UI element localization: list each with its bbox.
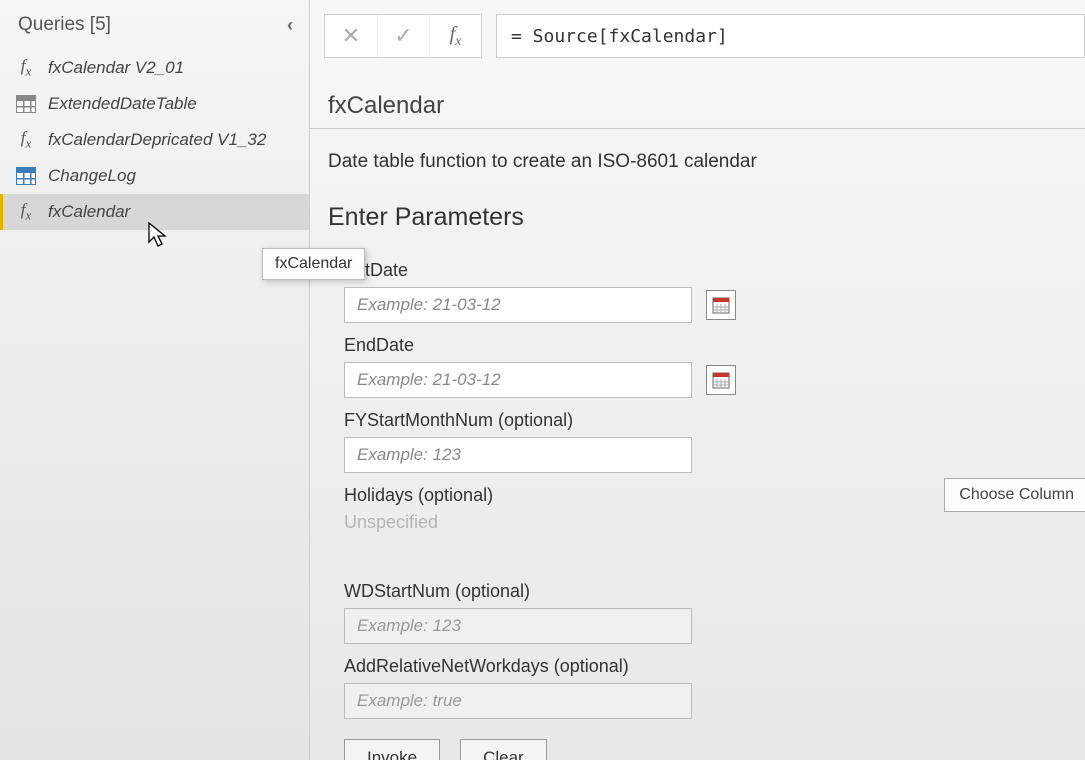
fx-icon: fx bbox=[14, 56, 38, 79]
table-icon bbox=[14, 95, 38, 113]
param-label-enddate: EndDate bbox=[344, 335, 1085, 356]
query-item-fxcalendardepricated[interactable]: fx fxCalendarDepricated V1_32 bbox=[0, 122, 309, 158]
query-item-label: ExtendedDateTable bbox=[48, 94, 197, 114]
formula-input[interactable]: = Source[fxCalendar] bbox=[496, 14, 1085, 58]
param-label-startdate: tartDate bbox=[344, 260, 1085, 281]
query-item-tooltip: fxCalendar bbox=[262, 248, 365, 280]
param-label-fystartmonthnum: FYStartMonthNum (optional) bbox=[344, 410, 1085, 431]
formula-text: = Source[fxCalendar] bbox=[511, 26, 728, 47]
fx-icon: fx bbox=[14, 128, 38, 151]
button-label: Invoke bbox=[367, 748, 417, 760]
query-item-label: fxCalendarDepricated V1_32 bbox=[48, 130, 266, 150]
input-placeholder: Example: 21-03-12 bbox=[357, 295, 501, 315]
date-picker-button-startdate[interactable] bbox=[706, 290, 736, 320]
function-name: fxCalendar bbox=[328, 92, 1085, 120]
query-item-label: fxCalendar V2_01 bbox=[48, 58, 184, 78]
param-input-addrelativenetworkdays[interactable]: Example: true bbox=[344, 683, 692, 719]
divider bbox=[310, 128, 1085, 129]
invoke-button[interactable]: Invoke bbox=[344, 739, 440, 760]
input-placeholder: Example: 21-03-12 bbox=[357, 370, 501, 390]
collapse-sidebar-button[interactable]: ‹ bbox=[287, 15, 293, 36]
param-input-startdate[interactable]: Example: 21-03-12 bbox=[344, 287, 692, 323]
query-item-label: ChangeLog bbox=[48, 166, 136, 186]
table-icon bbox=[14, 167, 38, 185]
function-description: Date table function to create an ISO-860… bbox=[328, 151, 1085, 173]
button-label: Clear bbox=[483, 748, 524, 760]
fx-icon: fx bbox=[14, 200, 38, 223]
param-holidays-unspecified: Unspecified bbox=[344, 512, 1085, 533]
calendar-icon bbox=[711, 370, 731, 390]
check-icon: ✓ bbox=[394, 23, 412, 49]
param-label-addrelativenetworkdays: AddRelativeNetWorkdays (optional) bbox=[344, 656, 1085, 677]
input-placeholder: Example: 123 bbox=[357, 616, 461, 636]
queries-sidebar: Queries [5] ‹ fx fxCalendar V2_01 Extend… bbox=[0, 0, 310, 760]
clear-button[interactable]: Clear bbox=[460, 739, 547, 760]
param-input-enddate[interactable]: Example: 21-03-12 bbox=[344, 362, 692, 398]
close-icon: ✕ bbox=[342, 23, 360, 49]
formula-fx-button[interactable]: fx bbox=[429, 15, 481, 57]
calendar-icon bbox=[711, 295, 731, 315]
main-panel: ✕ ✓ fx = Source[fxCalendar] fxCalendar D… bbox=[310, 0, 1085, 760]
query-list: fx fxCalendar V2_01 ExtendedDateTable fx… bbox=[0, 50, 309, 230]
formula-bar: ✕ ✓ fx = Source[fxCalendar] bbox=[324, 14, 1085, 58]
button-label: Choose Column bbox=[959, 486, 1074, 504]
param-label-wdstartnum: WDStartNum (optional) bbox=[344, 581, 1085, 602]
input-placeholder: Example: 123 bbox=[357, 445, 461, 465]
date-picker-button-enddate[interactable] bbox=[706, 365, 736, 395]
choose-column-button[interactable]: Choose Column bbox=[944, 478, 1085, 512]
query-item-extendeddatetable[interactable]: ExtendedDateTable bbox=[0, 86, 309, 122]
input-placeholder: Example: true bbox=[357, 691, 462, 711]
param-input-fystartmonthnum[interactable]: Example: 123 bbox=[344, 437, 692, 473]
queries-panel-title: Queries [5] bbox=[18, 14, 111, 36]
enter-parameters-heading: Enter Parameters bbox=[328, 203, 1085, 232]
formula-commit-button[interactable]: ✓ bbox=[377, 15, 429, 57]
query-item-fxcalendar-v2-01[interactable]: fx fxCalendar V2_01 bbox=[0, 50, 309, 86]
param-input-wdstartnum[interactable]: Example: 123 bbox=[344, 608, 692, 644]
query-item-label: fxCalendar bbox=[48, 202, 130, 222]
query-item-changelog[interactable]: ChangeLog bbox=[0, 158, 309, 194]
formula-cancel-button[interactable]: ✕ bbox=[325, 15, 377, 57]
query-item-fxcalendar[interactable]: fx fxCalendar bbox=[0, 194, 309, 230]
fx-icon: fx bbox=[450, 23, 462, 50]
